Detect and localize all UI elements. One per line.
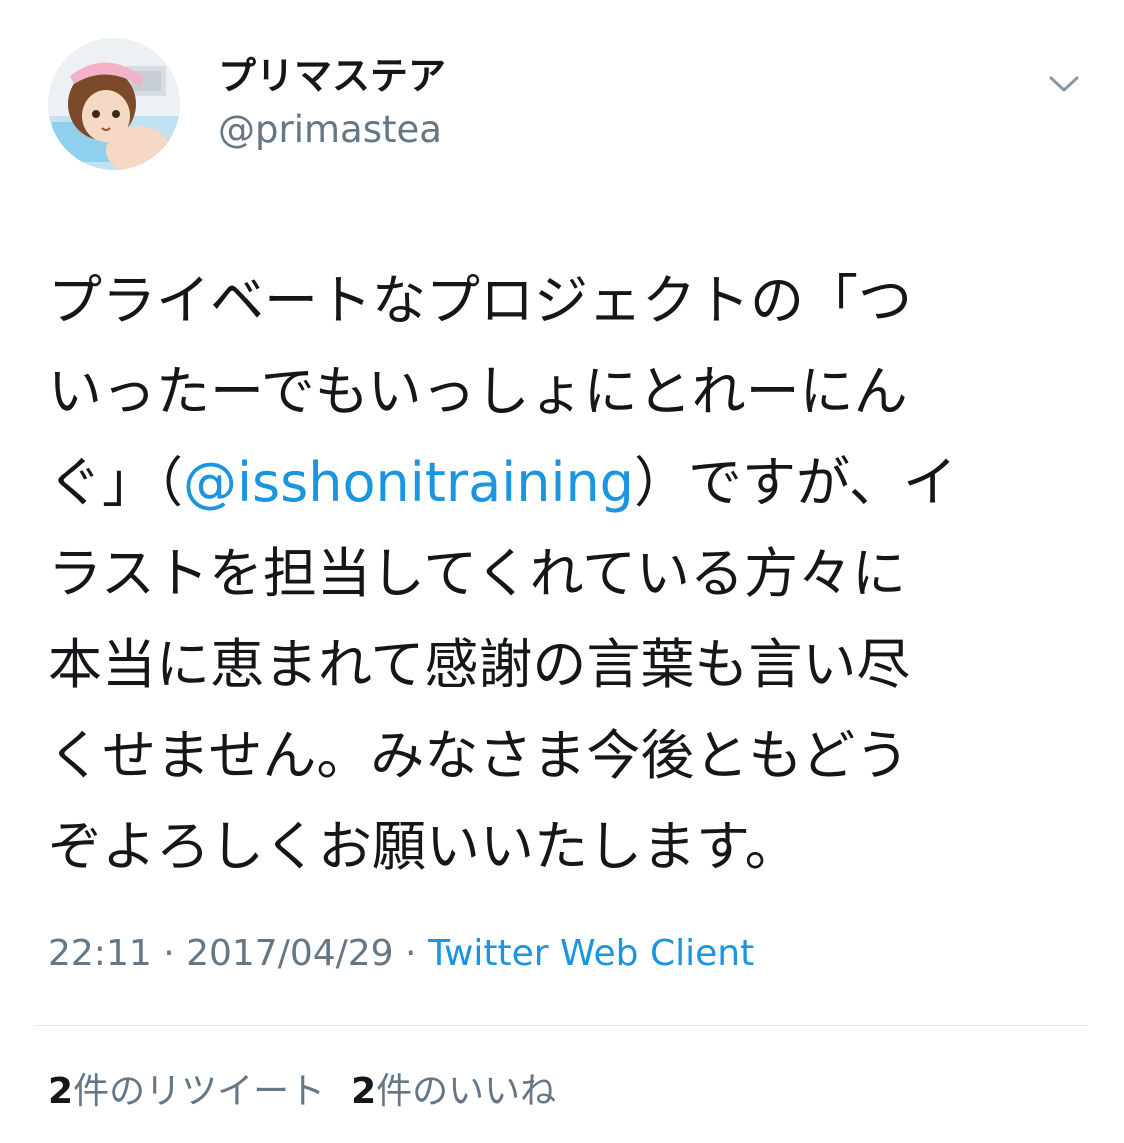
tweet-line: ぞよろしくお願いいたします。 (48, 801, 1058, 892)
retweet-count-link[interactable]: 2件のリツイート (48, 1071, 325, 1112)
tweet-text-segment: ぞよろしくお願いいたします。 (48, 815, 799, 878)
chevron-down-icon[interactable] (1040, 60, 1088, 108)
divider (36, 1025, 1088, 1026)
tweet-line: ラストを担当してくれている方々に (48, 528, 1058, 619)
retweet-count: 2 (48, 1071, 74, 1112)
tweet-text-segment: プライベートなプロジェクトの「つ (48, 269, 912, 332)
tweet-source-link[interactable]: Twitter Web Client (428, 933, 754, 974)
tweet-text-segment: 本当に恵まれて感謝の言葉も言い尽 (48, 633, 911, 696)
like-count: 2 (351, 1071, 377, 1112)
user-handle[interactable]: @primastea (218, 106, 442, 154)
tweet-stats: 2件のリツイート 2件のいいね (48, 1066, 556, 1118)
tweet-text-segment: ぐ」（ (48, 451, 183, 514)
like-count-link[interactable]: 2件のいいね (351, 1071, 556, 1112)
tweet-line: 本当に恵まれて感謝の言葉も言い尽 (48, 619, 1058, 710)
tweet-time[interactable]: 22:11 (48, 933, 152, 974)
display-name[interactable]: プリマステア (218, 52, 446, 100)
meta-separator: · (151, 933, 187, 974)
tweet-line: プライベートなプロジェクトの「つ (48, 255, 1058, 346)
avatar-illustration (48, 38, 180, 170)
tweet-meta: 22:11 · 2017/04/29 · Twitter Web Client (48, 928, 754, 980)
tweet-line: いったーでもいっしょにとれーにん (48, 346, 1058, 437)
mention-link[interactable]: @isshonitraining (183, 451, 634, 514)
tweet-text-segment: ）ですが、イ (633, 451, 957, 514)
tweet-detail: プリマステア @primastea プライベートなプロジェクトの「つ いったーで… (0, 0, 1124, 1143)
tweet-text-segment: ラストを担当してくれている方々に (48, 542, 907, 605)
tweet-text-segment: くせません。みなさま今後ともどう (48, 724, 910, 787)
tweet-line: くせません。みなさま今後ともどう (48, 710, 1058, 801)
avatar[interactable] (48, 38, 180, 170)
retweet-label: 件のリツイート (73, 1071, 326, 1112)
tweet-date[interactable]: 2017/04/29 (186, 933, 394, 974)
tweet-text-segment: いったーでもいっしょにとれーにん (48, 360, 908, 423)
tweet-text: プライベートなプロジェクトの「つ いったーでもいっしょにとれーにん ぐ」（@is… (48, 255, 1058, 892)
meta-separator: · (393, 933, 428, 974)
tweet-line: ぐ」（@isshonitraining）ですが、イ (48, 437, 1058, 528)
like-label: 件のいいね (376, 1071, 557, 1112)
